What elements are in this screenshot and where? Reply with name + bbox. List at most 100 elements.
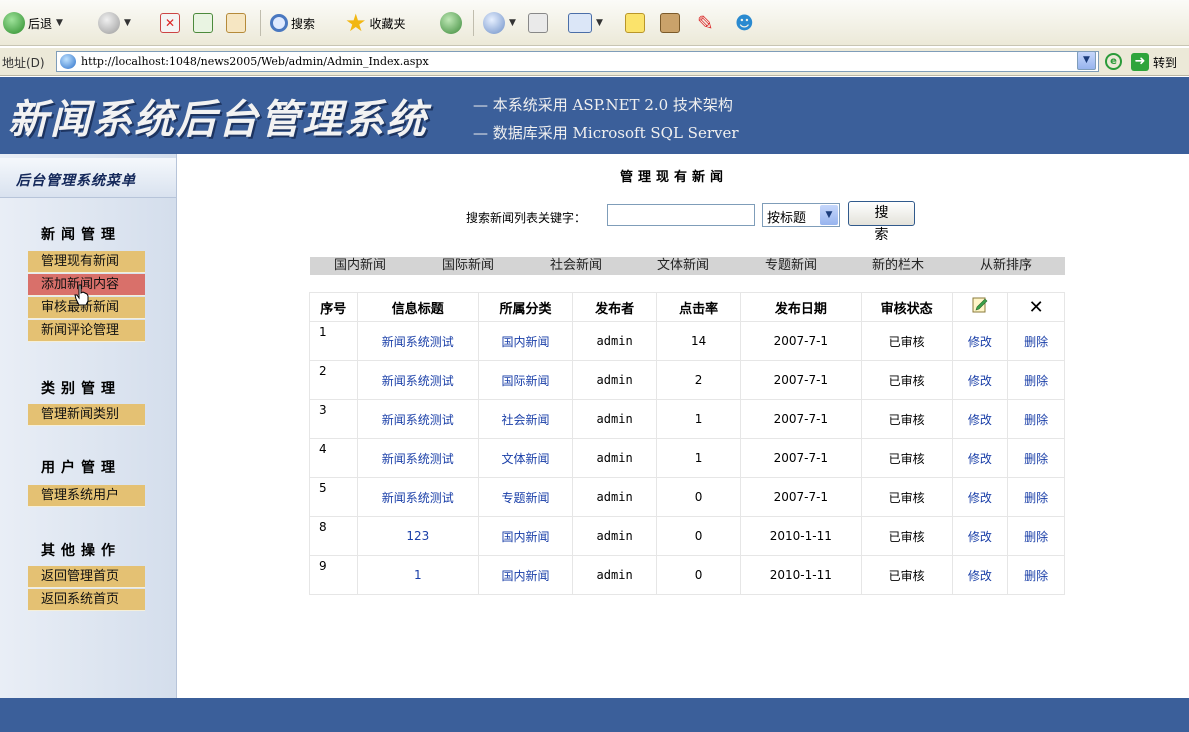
- row-title-link[interactable]: 新闻系统测试: [356, 321, 480, 361]
- category-link[interactable]: 社会新闻: [550, 257, 602, 275]
- print-button[interactable]: [528, 10, 548, 36]
- row-edit-link[interactable]: 修改: [951, 516, 1009, 556]
- row-category-link[interactable]: 国内新闻: [477, 555, 574, 595]
- edit-dropdown-icon[interactable]: ▼: [596, 18, 603, 28]
- address-url[interactable]: http://localhost:1048/news2005/Web/admin…: [81, 55, 429, 68]
- home-button[interactable]: [226, 10, 246, 36]
- menu-item-comments[interactable]: 新闻评论管理: [28, 320, 145, 342]
- menu-item-manage-news[interactable]: 管理现有新闻: [28, 251, 145, 273]
- back-dropdown-icon[interactable]: ▼: [56, 18, 63, 28]
- row-edit-link[interactable]: 修改: [951, 399, 1009, 439]
- edit-page-icon: [568, 13, 592, 33]
- search-button[interactable]: 搜 索: [848, 201, 915, 243]
- row-category-link[interactable]: 国内新闻: [477, 321, 574, 361]
- close-icon: ✕: [1028, 296, 1044, 318]
- row-delete-link[interactable]: 删除: [1007, 516, 1065, 556]
- row-title-link[interactable]: 新闻系统测试: [356, 438, 480, 478]
- category-link[interactable]: 文体新闻: [657, 257, 709, 275]
- col-header-edit: [951, 292, 1009, 322]
- row-status: 已审核: [860, 555, 953, 595]
- mail-button[interactable]: ▼: [483, 10, 516, 36]
- edit-icon: [972, 297, 988, 313]
- menu-item-manage-categories[interactable]: 管理新闻类别: [28, 404, 145, 426]
- history-button[interactable]: [440, 10, 462, 36]
- home-icon: [226, 13, 246, 33]
- go-label[interactable]: 转到: [1153, 54, 1177, 71]
- magnifier-icon: [270, 14, 288, 32]
- row-category-link[interactable]: 社会新闻: [477, 399, 574, 439]
- back-button[interactable]: 后退 ▼: [3, 10, 63, 36]
- stop-icon: ✕: [160, 13, 180, 33]
- site-title: 新闻系统后台管理系统: [8, 96, 428, 143]
- row-delete-link[interactable]: 删除: [1007, 399, 1065, 439]
- row-clicks: 1: [656, 438, 742, 478]
- address-input[interactable]: http://localhost:1048/news2005/Web/admin…: [56, 51, 1099, 72]
- row-delete-link[interactable]: 删除: [1007, 360, 1065, 400]
- row-author: admin: [572, 516, 658, 556]
- refresh-button[interactable]: [193, 10, 213, 36]
- search-field-select[interactable]: 按标题 ▼: [762, 203, 840, 227]
- reorder-link[interactable]: 从新排序: [980, 257, 1032, 275]
- row-category-link[interactable]: 文体新闻: [477, 438, 574, 478]
- note-icon: [625, 13, 645, 33]
- footer-bar: [0, 698, 1189, 732]
- edit-button[interactable]: ▼: [568, 10, 603, 36]
- address-dropdown-icon[interactable]: ▼: [1077, 51, 1096, 70]
- category-link[interactable]: 新的栏木: [872, 257, 924, 275]
- row-clicks: 0: [656, 555, 742, 595]
- row-title-link[interactable]: 新闻系统测试: [356, 399, 480, 439]
- mail-dropdown-icon[interactable]: ▼: [509, 18, 516, 28]
- go-arrow-icon[interactable]: ➜: [1131, 53, 1149, 71]
- row-delete-link[interactable]: 删除: [1007, 477, 1065, 517]
- table-header-row: 序号 信息标题 所属分类 发布者 点击率 发布日期 审核状态 ✕: [309, 292, 1065, 322]
- row-title-link[interactable]: 123: [356, 516, 480, 556]
- menu-item-site-home[interactable]: 返回系统首页: [28, 589, 145, 611]
- row-edit-link[interactable]: 修改: [951, 360, 1009, 400]
- table-row: 2 新闻系统测试 国际新闻 admin 2 2007-7-1 已审核 修改 删除: [309, 360, 1065, 400]
- menu-item-manage-users[interactable]: 管理系统用户: [28, 485, 145, 507]
- row-delete-link[interactable]: 删除: [1007, 555, 1065, 595]
- table-row: 9 1 国内新闻 admin 0 2010-1-11 已审核 修改 删除: [309, 555, 1065, 595]
- sidebar-header: 后台管理系统菜单: [0, 158, 176, 198]
- favorites-button[interactable]: ★ 收藏夹: [345, 10, 406, 36]
- messenger-button[interactable]: ✎: [697, 10, 714, 36]
- row-edit-link[interactable]: 修改: [951, 438, 1009, 478]
- category-link[interactable]: 国际新闻: [442, 257, 494, 275]
- ie-icon[interactable]: e: [1105, 53, 1122, 70]
- row-title-link[interactable]: 1: [356, 555, 480, 595]
- search-toolbar-button[interactable]: 搜索: [270, 10, 315, 36]
- row-edit-link[interactable]: 修改: [951, 321, 1009, 361]
- forward-button[interactable]: ▼: [98, 10, 131, 36]
- category-link[interactable]: 国内新闻: [334, 257, 386, 275]
- row-delete-link[interactable]: 删除: [1007, 438, 1065, 478]
- forward-dropdown-icon[interactable]: ▼: [124, 18, 131, 28]
- research-button[interactable]: [660, 10, 680, 36]
- contacts-button[interactable]: ☻: [735, 10, 754, 36]
- search-input[interactable]: [607, 204, 755, 226]
- chevron-down-icon[interactable]: ▼: [820, 205, 838, 225]
- menu-item-admin-home[interactable]: 返回管理首页: [28, 566, 145, 588]
- row-delete-link[interactable]: 删除: [1007, 321, 1065, 361]
- search-toolbar-label: 搜索: [291, 16, 316, 31]
- back-label: 后退: [28, 16, 53, 31]
- row-date: 2007-7-1: [740, 399, 862, 439]
- notes-button[interactable]: [625, 10, 645, 36]
- row-edit-link[interactable]: 修改: [951, 477, 1009, 517]
- row-author: admin: [572, 555, 658, 595]
- row-edit-link[interactable]: 修改: [951, 555, 1009, 595]
- stop-button[interactable]: ✕: [160, 10, 180, 36]
- category-link[interactable]: 专题新闻: [765, 257, 817, 275]
- row-category-link[interactable]: 国内新闻: [477, 516, 574, 556]
- row-category-link[interactable]: 专题新闻: [477, 477, 574, 517]
- row-category-link[interactable]: 国际新闻: [477, 360, 574, 400]
- row-status: 已审核: [860, 360, 953, 400]
- header-banner: 新闻系统后台管理系统 — 本系统采用 ASP.NET 2.0 技术架构 — 数据…: [0, 77, 1189, 154]
- col-header-delete: ✕: [1007, 292, 1065, 322]
- table-row: 8 123 国内新闻 admin 0 2010-1-11 已审核 修改 删除: [309, 516, 1065, 556]
- banner-subtitle-2: — 数据库采用 Microsoft SQL Server: [473, 124, 739, 142]
- row-title-link[interactable]: 新闻系统测试: [356, 477, 480, 517]
- col-header-status: 审核状态: [860, 292, 953, 322]
- row-clicks: 0: [656, 477, 742, 517]
- row-title-link[interactable]: 新闻系统测试: [356, 360, 480, 400]
- refresh-icon: [193, 13, 213, 33]
